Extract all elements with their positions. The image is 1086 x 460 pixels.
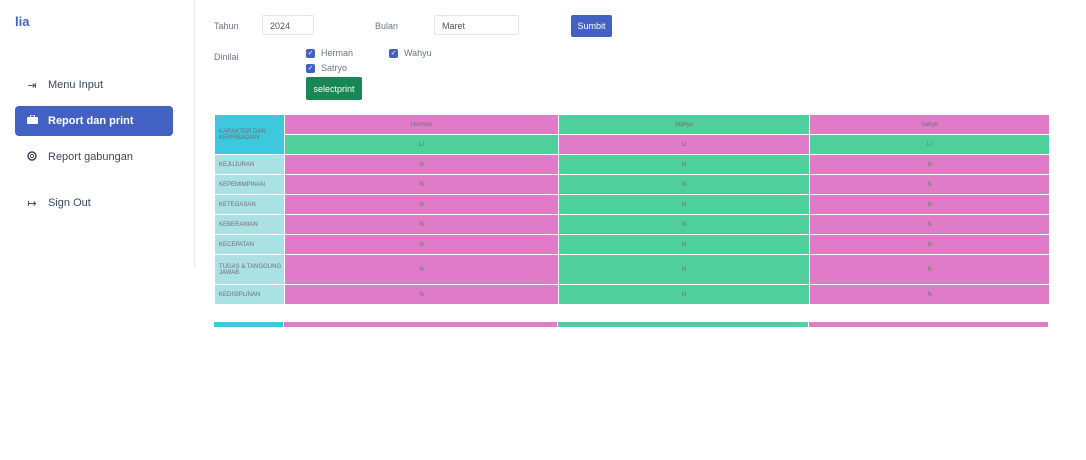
column-header: Satryo (809, 114, 1050, 135)
sidebar-item-sign-out[interactable]: ↦ Sign Out (15, 188, 173, 218)
footer-strip-segment (809, 322, 1049, 327)
table-corner-header: KARAKTER DAN KEPRIBADIAN (214, 114, 285, 155)
table-cell: N (809, 154, 1050, 175)
checkbox-checked-icon[interactable]: ✓ (306, 48, 315, 58)
table-cell: N (558, 284, 810, 305)
column-header: Wahyu (558, 114, 810, 135)
table-cell: N (284, 254, 559, 285)
table-cell: N (284, 154, 559, 175)
table-row: KEDISIPLINAN N N N (214, 284, 1050, 305)
row-label: KEBERANIAN (214, 214, 285, 235)
sidebar-item-report-gabungan[interactable]: Report gabungan (15, 142, 173, 172)
tahun-label: Tahun (214, 21, 239, 31)
sidebar-item-menu-input[interactable]: ⇥ Menu Input (15, 70, 173, 100)
select-print-button[interactable]: selectprint (306, 77, 362, 100)
sidebar-nav: ⇥ Menu Input Report dan print Report gab… (15, 70, 173, 224)
row-label: TUGAS & TANGGUNG JAWAB (214, 254, 285, 285)
tahun-input[interactable]: 2024 (262, 15, 314, 35)
table-cell: N (809, 254, 1050, 285)
lifebuoy-icon (25, 150, 39, 164)
checkbox-label: Wahyu (404, 48, 432, 58)
table-cell: N (558, 234, 810, 255)
checkbox-satryo[interactable]: ✓ Satryo (306, 63, 347, 73)
checkbox-checked-icon[interactable]: ✓ (389, 48, 398, 58)
sidebar-item-label: Report dan print (48, 115, 134, 127)
table-cell: N (809, 194, 1050, 215)
table-row: KEJUJURAN N N N (214, 154, 1050, 175)
brand-logo[interactable]: lia (15, 14, 29, 29)
footer-strip-segment (214, 322, 284, 327)
table-cell: N (809, 174, 1050, 195)
table-footer-strip (214, 322, 1049, 327)
sidebar-item-label: Sign Out (48, 197, 91, 209)
table-row: KEBERANIAN N N N (214, 214, 1050, 235)
report-table: KARAKTER DAN KEPRIBADIAN Herman Wahyu Sa… (214, 114, 1050, 305)
briefcase-icon (25, 114, 39, 127)
table-cell: N (809, 214, 1050, 235)
column-header: Herman (284, 114, 559, 135)
row-label: KECEPATAN (214, 234, 285, 255)
bulan-label: Bulan (375, 21, 399, 31)
table-cell: N (558, 214, 810, 235)
table-row: KEPEMIMPINAN N N N (214, 174, 1050, 195)
checkbox-checked-icon[interactable]: ✓ (306, 63, 315, 73)
column-subheader: LI (809, 134, 1050, 155)
table-row: KETEGASAN N N N (214, 194, 1050, 215)
table-cell: N (809, 234, 1050, 255)
table-cell: N (558, 254, 810, 285)
table-cell: N (809, 284, 1050, 305)
row-label: KETEGASAN (214, 194, 285, 215)
table-cell: N (284, 214, 559, 235)
table-row: KECEPATAN N N N (214, 234, 1050, 255)
table-cell: N (284, 234, 559, 255)
submit-button[interactable]: Sumbit (571, 15, 612, 37)
checkbox-herman[interactable]: ✓ Herman (306, 48, 353, 58)
bulan-select[interactable]: Maret (434, 15, 519, 35)
table-cell: N (558, 194, 810, 215)
table-row: TUGAS & TANGGUNG JAWAB N N N (214, 254, 1050, 285)
column-subheader: LI (558, 134, 810, 155)
table-cell: N (558, 174, 810, 195)
row-label: KEPEMIMPINAN (214, 174, 285, 195)
sidebar-item-label: Menu Input (48, 79, 104, 91)
table-cell: N (284, 194, 559, 215)
footer-strip-segment (558, 322, 809, 327)
footer-strip-segment (284, 322, 558, 327)
sidebar-item-label: Report gabungan (48, 151, 134, 163)
sign-out-icon: ↦ (27, 197, 37, 210)
row-label: KEDISIPLINAN (214, 284, 285, 305)
checkbox-label: Satryo (321, 63, 348, 73)
column-subheader: LI (284, 134, 559, 155)
sidebar: lia ⇥ Menu Input Report dan print Report… (0, 0, 195, 268)
row-label: KEJUJURAN (214, 154, 285, 175)
checkbox-label: Herman (321, 48, 354, 58)
sign-in-icon: ⇥ (27, 79, 37, 92)
table-cell: N (558, 154, 810, 175)
dinilai-label: Dinilai (214, 52, 239, 62)
table-cell: N (284, 174, 559, 195)
table-cell: N (284, 284, 559, 305)
checkbox-wahyu[interactable]: ✓ Wahyu (389, 48, 432, 58)
sidebar-item-report-dan-print[interactable]: Report dan print (15, 106, 173, 136)
